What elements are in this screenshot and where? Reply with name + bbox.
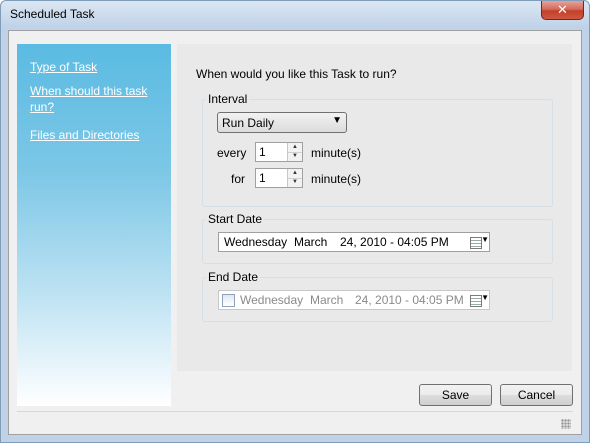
for-stepper[interactable]: 1 ▲ ▼ [255,168,303,188]
chevron-down-icon[interactable]: ▼ [481,293,489,302]
end-date-rest: 24, 2010 - 04:05 PM [355,293,464,307]
frequency-value: Run Daily [222,116,275,130]
interval-group-label: Interval [206,92,250,106]
every-stepper[interactable]: 1 ▲ ▼ [255,142,303,162]
end-date-picker[interactable]: Wednesday March 24, 2010 - 04:05 PM ▼ [218,290,490,310]
schedule-question: When would you like this Task to run? [196,67,397,81]
every-unit: minute(s) [311,146,362,160]
content-panel: When would you like this Task to run? In… [177,44,572,371]
frequency-dropdown[interactable]: Run Daily ▼ [217,112,347,133]
start-date-picker[interactable]: Wednesday March 24, 2010 - 04:05 PM ▼ [218,232,490,252]
sidebar-item-when-should-task-run[interactable]: When should this task run? [30,83,155,115]
close-icon: ✕ [557,2,568,17]
status-bar [17,411,573,431]
spin-down-icon[interactable]: ▼ [288,152,302,161]
every-label: every [217,146,247,160]
end-date-weekday: Wednesday [240,293,304,307]
start-date-month: March [294,235,328,249]
window-title: Scheduled Task [10,7,95,21]
every-stepper-buttons: ▲ ▼ [287,143,302,161]
dialog-body: Type of Task When should this task run? … [8,30,582,435]
start-date-label: Start Date [206,212,265,226]
end-date-month: March [310,293,344,307]
resize-grip-icon[interactable] [561,419,571,429]
for-unit: minute(s) [311,172,362,186]
end-date-label: End Date [206,270,261,284]
for-label: for [231,172,246,186]
chevron-down-icon[interactable]: ▼ [481,235,489,244]
sidebar-item-files-and-directories[interactable]: Files and Directories [30,127,160,143]
every-value: 1 [259,145,266,159]
save-button[interactable]: Save [419,384,492,406]
cancel-button[interactable]: Cancel [500,384,573,406]
title-bar[interactable]: Scheduled Task ✕ [1,1,589,29]
sidebar: Type of Task When should this task run? … [17,44,171,406]
spin-down-icon[interactable]: ▼ [288,178,302,187]
for-stepper-buttons: ▲ ▼ [287,169,302,187]
end-date-group: End Date Wednesday March 24, 2010 - 04:0… [202,270,553,322]
interval-group: Interval Run Daily ▼ every 1 ▲ ▼ minute(… [202,92,553,207]
start-date-weekday: Wednesday [224,235,288,249]
chevron-down-icon: ▼ [332,115,342,126]
for-value: 1 [259,171,266,185]
close-button[interactable]: ✕ [541,1,584,20]
checkbox-icon[interactable] [222,294,235,307]
start-date-group: Start Date Wednesday March 24, 2010 - 04… [202,212,553,264]
start-date-rest: 24, 2010 - 04:05 PM [340,235,449,249]
scheduled-task-window: Scheduled Task ✕ Type of Task When shoul… [0,0,590,443]
sidebar-item-type-of-task[interactable]: Type of Task [30,59,160,75]
